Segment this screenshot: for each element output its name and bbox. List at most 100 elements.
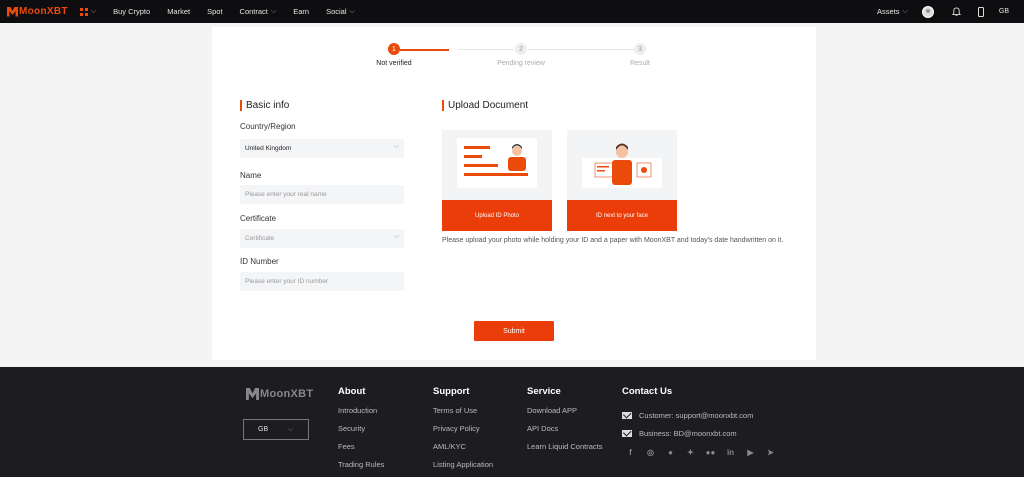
chevron-down-icon: ⌵ <box>349 7 355 15</box>
step-1-label: Not verified <box>376 60 412 67</box>
mail-icon <box>622 411 632 419</box>
footer-service: Service Download APP API Docs Learn Liqu… <box>527 386 602 460</box>
footer-language-select[interactable]: GB ⌵ <box>243 419 309 440</box>
name-field[interactable] <box>240 185 404 204</box>
upload-document-title: Upload Document <box>442 100 528 111</box>
medium-icon[interactable]: ●● <box>706 448 716 457</box>
reddit-icon[interactable]: ● <box>666 448 675 457</box>
step-line-2 <box>528 49 634 50</box>
chevron-down-icon: ⌵ <box>902 7 908 15</box>
upload-hint: Please upload your photo while holding y… <box>442 237 784 244</box>
contact-customer[interactable]: Customer: support@moonxbt.com <box>622 406 786 424</box>
contact-customer-text: Customer: support@moonxbt.com <box>639 410 754 420</box>
country-value: United Kingdom <box>245 145 292 152</box>
step-3-indicator: 3 <box>634 43 646 55</box>
nav-assets-label: Assets <box>877 7 900 16</box>
twitter-icon[interactable]: ✦ <box>686 448 695 457</box>
upload-face-card[interactable]: ID next to your face <box>567 130 677 231</box>
footer-link-download-app[interactable]: Download APP <box>527 406 602 424</box>
upload-id-photo-card[interactable]: Upload ID Photo <box>442 130 552 231</box>
footer-link-trading-rules[interactable]: Trading Rules <box>338 460 384 477</box>
instagram-icon[interactable]: ◎ <box>646 448 655 457</box>
country-label: Country/Region <box>240 122 296 131</box>
footer-contact-title: Contact Us <box>622 386 673 397</box>
brand-name: MoonXBT <box>19 6 68 17</box>
contact-business-text: Business: BD@moonxbt.com <box>639 428 737 438</box>
social-links: f ◎ ● ✦ ●● in ▶ ➤ <box>626 448 786 457</box>
step-2-label: Pending review <box>497 60 545 67</box>
mail-icon <box>622 429 632 437</box>
nav-right: Assets ⌵ GB <box>877 0 1024 23</box>
footer-about-title: About <box>338 386 366 397</box>
footer-brand: MoonXBT <box>260 388 314 400</box>
step-2-indicator: 2 <box>515 43 527 55</box>
top-nav: MoonXBT ⌵ Buy Crypto Market Spot Contrac… <box>0 0 1024 23</box>
brand-logo[interactable]: MoonXBT <box>7 6 68 17</box>
certificate-placeholder: Certificate <box>245 235 275 242</box>
submit-button[interactable]: Submit <box>474 321 554 341</box>
apps-grid-icon[interactable] <box>79 7 88 16</box>
chevron-down-icon: ⌵ <box>270 7 277 15</box>
chevron-down-icon: ⌵ <box>393 143 399 150</box>
id-number-input[interactable] <box>245 278 404 285</box>
chevron-down-icon: ⌵ <box>393 233 399 240</box>
footer-language-value: GB <box>258 426 269 433</box>
nav-spot[interactable]: Spot <box>207 7 222 16</box>
telegram-icon[interactable]: ➤ <box>766 448 775 457</box>
footer-link-aml-kyc[interactable]: AML/KYC <box>433 442 493 460</box>
id-card-illustration-icon <box>457 138 537 188</box>
nav-assets[interactable]: Assets ⌵ <box>877 7 908 16</box>
footer-link-fees[interactable]: Fees <box>338 442 384 460</box>
facebook-icon[interactable]: f <box>626 448 635 457</box>
step-line-1 <box>458 49 514 50</box>
mobile-app-icon[interactable] <box>977 6 984 17</box>
chevron-down-icon: ⌵ <box>90 7 97 15</box>
name-label: Name <box>240 171 262 180</box>
nav-contract-label: Contract <box>239 7 268 16</box>
footer-link-privacy[interactable]: Privacy Policy <box>433 424 493 442</box>
nav-buy-crypto[interactable]: Buy Crypto <box>113 7 150 16</box>
step-progress-dash <box>445 49 449 51</box>
upload-id-photo-button[interactable]: Upload ID Photo <box>442 200 552 231</box>
id-with-face-illustration-icon <box>582 143 662 188</box>
footer-link-terms[interactable]: Terms of Use <box>433 406 493 424</box>
basic-info-title: Basic info <box>240 100 289 111</box>
upload-face-button[interactable]: ID next to your face <box>567 200 677 231</box>
footer-support: Support Terms of Use Privacy Policy AML/… <box>433 386 493 477</box>
footer-link-liquid-contracts[interactable]: Learn Liquid Contracts <box>527 442 602 460</box>
footer-link-api-docs[interactable]: API Docs <box>527 424 602 442</box>
footer-support-title: Support <box>433 386 470 397</box>
step-1-indicator: 1 <box>388 43 400 55</box>
youtube-icon[interactable]: ▶ <box>746 448 755 457</box>
footer-link-listing[interactable]: Listing Application <box>433 460 493 477</box>
contact-business[interactable]: Business: BD@moonxbt.com <box>622 424 786 442</box>
footer-link-security[interactable]: Security <box>338 424 384 442</box>
step-progress-line <box>400 49 445 51</box>
id-number-label: ID Number <box>240 257 279 266</box>
step-3-label: Result <box>630 60 650 67</box>
logo-mark-icon <box>7 6 18 17</box>
nav-social[interactable]: Social ⌵ <box>326 7 355 16</box>
chevron-down-icon: ⌵ <box>287 425 293 433</box>
certificate-select[interactable]: Certificate ⌵ <box>240 229 404 248</box>
nav-contract[interactable]: Contract ⌵ <box>240 7 277 16</box>
linkedin-icon[interactable]: in <box>726 448 735 457</box>
footer-service-title: Service <box>527 386 561 397</box>
footer-contact: Contact Us Customer: support@moonxbt.com… <box>622 386 786 457</box>
footer-about: About Introduction Security Fees Trading… <box>338 386 384 477</box>
bell-icon[interactable] <box>951 6 961 17</box>
nav-social-label: Social <box>326 7 347 16</box>
name-input[interactable] <box>245 191 404 198</box>
certificate-label: Certificate <box>240 214 277 223</box>
nav-earn[interactable]: Earn <box>293 7 309 16</box>
footer: MoonXBT GB ⌵ About Introduction Security… <box>0 367 1024 477</box>
country-select[interactable]: United Kingdom ⌵ <box>240 139 404 158</box>
avatar[interactable] <box>921 5 934 18</box>
language-selector[interactable]: GB <box>999 8 1009 15</box>
verification-card: 1 2 3 Not verified Pending review Result… <box>212 27 816 360</box>
footer-logo[interactable]: MoonXBT <box>246 388 313 400</box>
logo-mark-icon <box>246 388 259 400</box>
footer-link-introduction[interactable]: Introduction <box>338 406 384 424</box>
id-number-field[interactable] <box>240 272 404 291</box>
nav-market[interactable]: Market <box>167 7 190 16</box>
